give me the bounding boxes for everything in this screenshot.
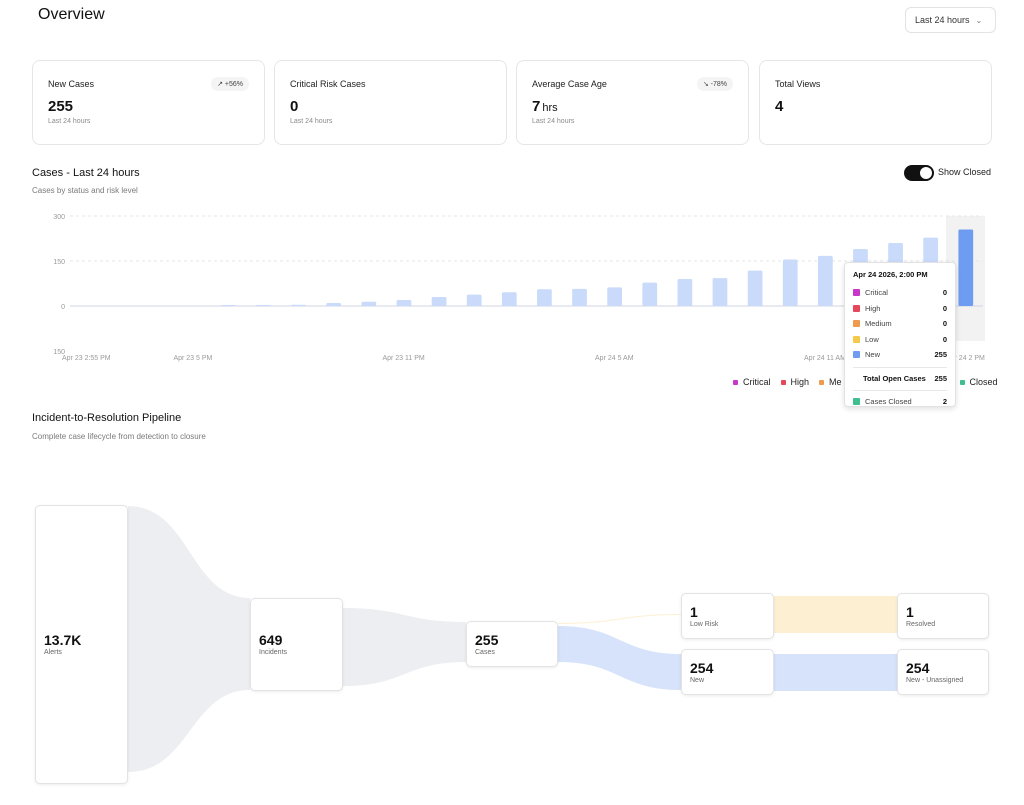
chart-tooltip: Apr 24 2026, 2:00 PM Critical 0 High 0 Med… [844, 262, 956, 407]
tooltip-row-new: New 255 [853, 347, 947, 363]
kpi-value: 255 [48, 98, 74, 115]
kpi-card-average-age: Average Case Age ↘ -78% 7 hrs Last 24 hou… [516, 60, 749, 145]
bar [537, 289, 552, 306]
node-value: 1 [906, 603, 914, 620]
x-tick-label: Apr 23 5 PM [173, 355, 212, 362]
node-incidents[interactable]: 649 Incidents [250, 598, 343, 691]
cases-section-subtitle: Cases by status and risk level [32, 186, 138, 195]
bar [466, 294, 482, 306]
node-value: 255 [475, 631, 499, 648]
bar [256, 305, 271, 306]
tooltip-row-closed: Cases Closed 2 [853, 394, 947, 410]
bar [677, 279, 693, 306]
node-label: Low Risk [690, 620, 719, 628]
y-tick-label: 150 [53, 259, 65, 266]
tooltip-row-high: High 0 [853, 301, 947, 317]
node-value: 13.7K [44, 632, 82, 648]
legend-item-closed[interactable]: Closed [959, 377, 998, 387]
legend-item-medium[interactable]: Me [819, 377, 842, 387]
legend-swatch [959, 379, 965, 385]
legend-swatch [819, 379, 825, 385]
kpi-value: 4 [775, 98, 784, 115]
bar [817, 255, 833, 306]
bar [431, 297, 447, 306]
tooltip-row-medium: Medium 0 [853, 316, 947, 332]
toggle-knob [920, 167, 932, 179]
bar [712, 278, 728, 306]
time-range-value: Last 24 hours [915, 15, 970, 25]
bar [361, 301, 377, 306]
node-label: Incidents [259, 649, 288, 656]
kpi-value: 0 [290, 98, 299, 115]
flow-incidents-cases [343, 608, 466, 686]
kpi-sub: Last 24 hours [48, 118, 91, 125]
kpi-sub: Last 24 hours [290, 118, 333, 125]
node-resolved[interactable]: 1 Resolved [897, 593, 989, 639]
node-cases[interactable]: 255 Cases [466, 621, 558, 667]
bar [642, 282, 658, 306]
bar [396, 300, 412, 306]
trend-down-icon: ↘ [702, 81, 709, 88]
bar [747, 270, 763, 306]
node-label: New [690, 676, 705, 684]
flow-new-unassigned [774, 654, 897, 691]
flow-cases-new [558, 626, 681, 690]
legend-swatch [733, 379, 738, 385]
node-alerts[interactable]: 13.7K Alerts [35, 505, 128, 784]
bar [572, 288, 587, 306]
bar [326, 303, 342, 306]
kpi-card-total-views: Total Views 4 [759, 60, 992, 145]
flow-lowrisk-resolved [774, 596, 897, 633]
flow-alerts-incidents [128, 506, 250, 772]
bar [220, 305, 236, 306]
legend-swatch [780, 379, 786, 385]
legend-item-high[interactable]: High [780, 377, 809, 387]
tooltip-row-critical: Critical 0 [853, 285, 947, 301]
node-label: Resolved [906, 620, 936, 628]
flow-cases-lowrisk [558, 614, 681, 624]
kpi-label: Total Views [775, 79, 821, 89]
bar [607, 287, 623, 306]
chevron-down-icon: ⌄ [975, 15, 983, 25]
node-value: 254 [906, 659, 930, 676]
y-tick-label: 0 [61, 304, 65, 311]
time-range-select[interactable]: Last 24 hours ⌄ [905, 7, 996, 33]
node-value: 649 [259, 632, 283, 648]
cases-section-title: Cases - Last 24 hours [32, 167, 140, 179]
legend-item-critical[interactable]: Critical [733, 377, 771, 387]
kpi-badge: ↗ +56% [211, 77, 249, 91]
y-tick-label: 300 [53, 214, 65, 221]
node-label: New - Unassigned [906, 676, 964, 684]
node-new-unassigned[interactable]: 254 New - Unassigned [897, 649, 989, 695]
kpi-sub: Last 24 hours [532, 118, 575, 125]
node-value: 1 [690, 603, 698, 620]
kpi-card-critical-risk: Critical Risk Cases 0 Last 24 hours [274, 60, 507, 145]
pipeline-title: Incident-to-Resolution Pipeline [32, 412, 182, 424]
x-tick-label: Apr 23 11 PM [382, 355, 424, 362]
page-title: Overview [38, 6, 105, 23]
x-tick-label: Apr 24 5 AM [595, 355, 634, 362]
node-value: 254 [690, 659, 714, 676]
kpi-badge: ↘ -78% [696, 77, 733, 91]
trend-up-icon: ↗ [217, 81, 223, 88]
bar [958, 229, 974, 306]
node-label: Alerts [44, 649, 62, 656]
tooltip-row-low: Low 0 [853, 332, 947, 348]
bar [291, 304, 306, 306]
show-closed-label: Show Closed [938, 167, 992, 177]
x-tick-label: Apr 23 2:55 PM [62, 355, 111, 362]
kpi-card-new-cases: New Cases ↗ +56% 255 Last 24 hours [32, 60, 265, 145]
bar [501, 292, 517, 306]
pipeline-subtitle: Complete case lifecycle from detection t… [32, 432, 206, 441]
tooltip-title: Apr 24 2026, 2:00 PM [853, 270, 928, 279]
show-closed-toggle[interactable] [904, 165, 934, 181]
kpi-value: 7 hrs [532, 98, 558, 115]
x-tick-label: Apr 24 11 AM [804, 355, 846, 362]
bar [782, 259, 798, 306]
node-new[interactable]: 254 New [681, 649, 774, 695]
kpi-label: Critical Risk Cases [290, 79, 366, 89]
tooltip-row-total: Total Open Cases 255 [863, 373, 947, 383]
node-low-risk[interactable]: 1 Low Risk [681, 593, 774, 639]
node-label: Cases [475, 648, 495, 656]
